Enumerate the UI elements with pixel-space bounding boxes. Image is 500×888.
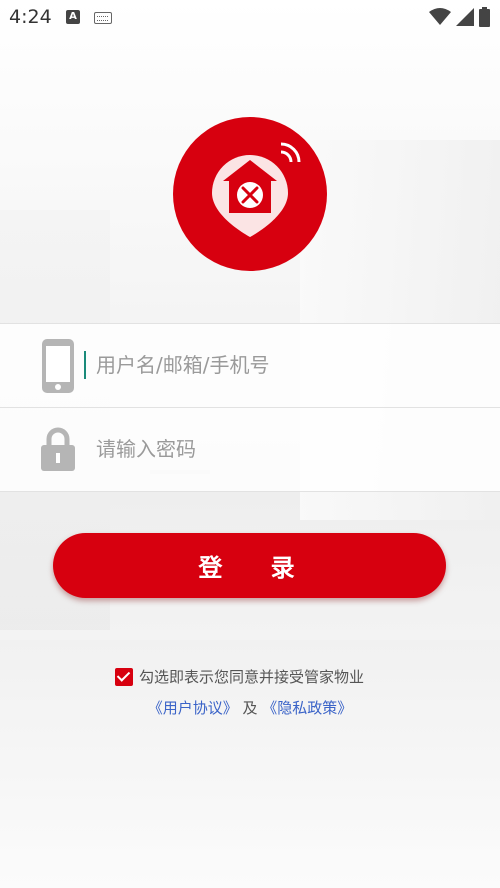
agreement-text: 勾选即表示您同意并接受管家物业 — [139, 668, 365, 686]
agreement-row: 勾选即表示您同意并接受管家物业 — [115, 666, 364, 687]
app-logo — [173, 117, 327, 271]
password-row — [0, 407, 500, 492]
login-button[interactable]: 登 录 — [53, 533, 446, 598]
status-bar: 4:24 A — [0, 0, 500, 36]
lock-icon — [41, 427, 75, 471]
and-text: 及 — [237, 699, 263, 717]
status-time: 4:24 — [9, 6, 52, 28]
user-agreement-link[interactable]: 《用户协议》 — [148, 699, 238, 717]
privacy-policy-link[interactable]: 《隐私政策》 — [262, 699, 352, 717]
username-input[interactable] — [88, 348, 476, 382]
agreement-links: 《用户协议》 及 《隐私政策》 — [0, 697, 500, 718]
password-input[interactable] — [88, 432, 476, 466]
wifi-icon — [429, 8, 451, 25]
phone-icon — [42, 339, 74, 393]
battery-icon — [479, 7, 490, 27]
notification-a-icon: A — [66, 10, 80, 24]
keyboard-icon — [94, 12, 112, 24]
cell-signal-icon — [456, 8, 474, 26]
text-caret — [84, 351, 86, 379]
agree-checkbox[interactable] — [115, 667, 133, 686]
username-row — [0, 323, 500, 407]
